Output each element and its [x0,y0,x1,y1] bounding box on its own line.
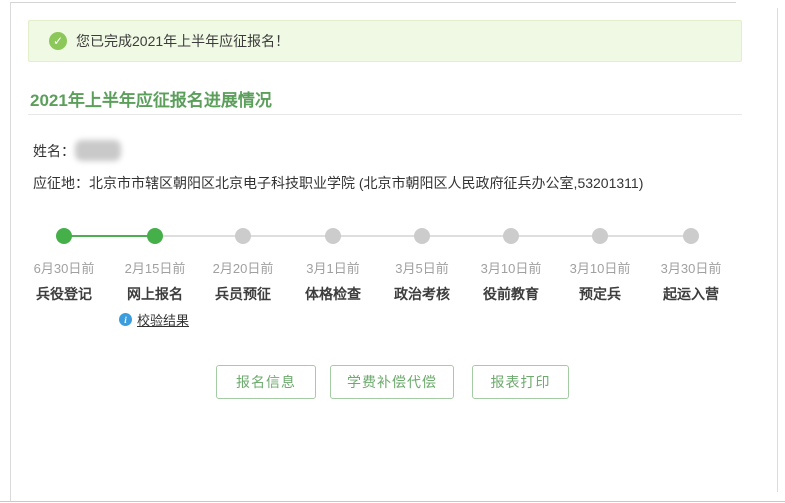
location-value: 北京市市辖区朝阳区北京电子科技职业学院 (北京市朝阳区人民政府征兵办公室,532… [89,175,643,191]
step-title: 预定兵 [554,284,646,304]
panel-top-border [10,2,736,3]
timeline-track-completed [64,235,155,237]
step-dot-5 [414,228,430,244]
timeline-step-registration: 6月30日前 兵役登记 [18,258,110,304]
step-date: 3月5日前 [376,258,468,277]
timeline-step-departure: 3月30日前 起运入营 [645,258,737,304]
step-date: 3月1日前 [287,258,379,277]
step-date: 6月30日前 [18,258,110,277]
name-label: 姓名： [33,141,75,161]
step-dot-2 [147,228,163,244]
step-title: 网上报名 [109,284,201,304]
step-dot-4 [325,228,341,244]
timeline-step-political-review: 3月5日前 政治考核 [376,258,468,304]
panel-left-border [10,2,11,502]
check-icon: ✓ [49,32,67,50]
timeline-step-pre-service-education: 3月10日前 役前教育 [465,258,557,304]
timeline-step-physical-exam: 3月1日前 体格检查 [287,258,379,304]
location-line: 应征地：北京市市辖区朝阳区北京电子科技职业学院 (北京市朝阳区人民政府征兵办公室… [33,173,643,193]
success-message: 您已完成2021年上半年应征报名！ [76,31,289,51]
location-label: 应征地： [33,175,89,191]
step-dot-1 [56,228,72,244]
report-print-button[interactable]: 报表打印 [472,365,569,399]
redacted-name [75,140,121,161]
timeline-step-pre-draft: 2月20日前 兵员预征 [197,258,289,304]
verify-result-link[interactable]: i 校验结果 [108,310,200,329]
step-date: 3月30日前 [645,258,737,277]
panel-right-border [777,8,778,492]
verify-result-label[interactable]: 校验结果 [137,310,189,329]
step-date: 3月10日前 [554,258,646,277]
step-date: 2月15日前 [109,258,201,277]
page-title: 2021年上半年应征报名进展情况 [30,86,272,111]
timeline-step-online-signup: 2月15日前 网上报名 [109,258,201,304]
step-title: 役前教育 [465,284,557,304]
step-title: 兵役登记 [18,284,110,304]
step-dot-6 [503,228,519,244]
panel-bottom-border [0,501,785,502]
step-dot-3 [235,228,251,244]
step-title: 起运入营 [645,284,737,304]
signup-info-button[interactable]: 报名信息 [216,365,316,399]
step-title: 兵员预征 [197,284,289,304]
step-title: 政治考核 [376,284,468,304]
timeline-step-pre-selected: 3月10日前 预定兵 [554,258,646,304]
title-divider [28,114,742,115]
step-date: 2月20日前 [197,258,289,277]
step-date: 3月10日前 [465,258,557,277]
step-dot-7 [592,228,608,244]
success-banner: ✓ 您已完成2021年上半年应征报名！ [28,20,742,62]
tuition-compensation-button[interactable]: 学费补偿代偿 [330,365,454,399]
step-dot-8 [683,228,699,244]
step-title: 体格检查 [287,284,379,304]
info-icon: i [119,313,132,326]
